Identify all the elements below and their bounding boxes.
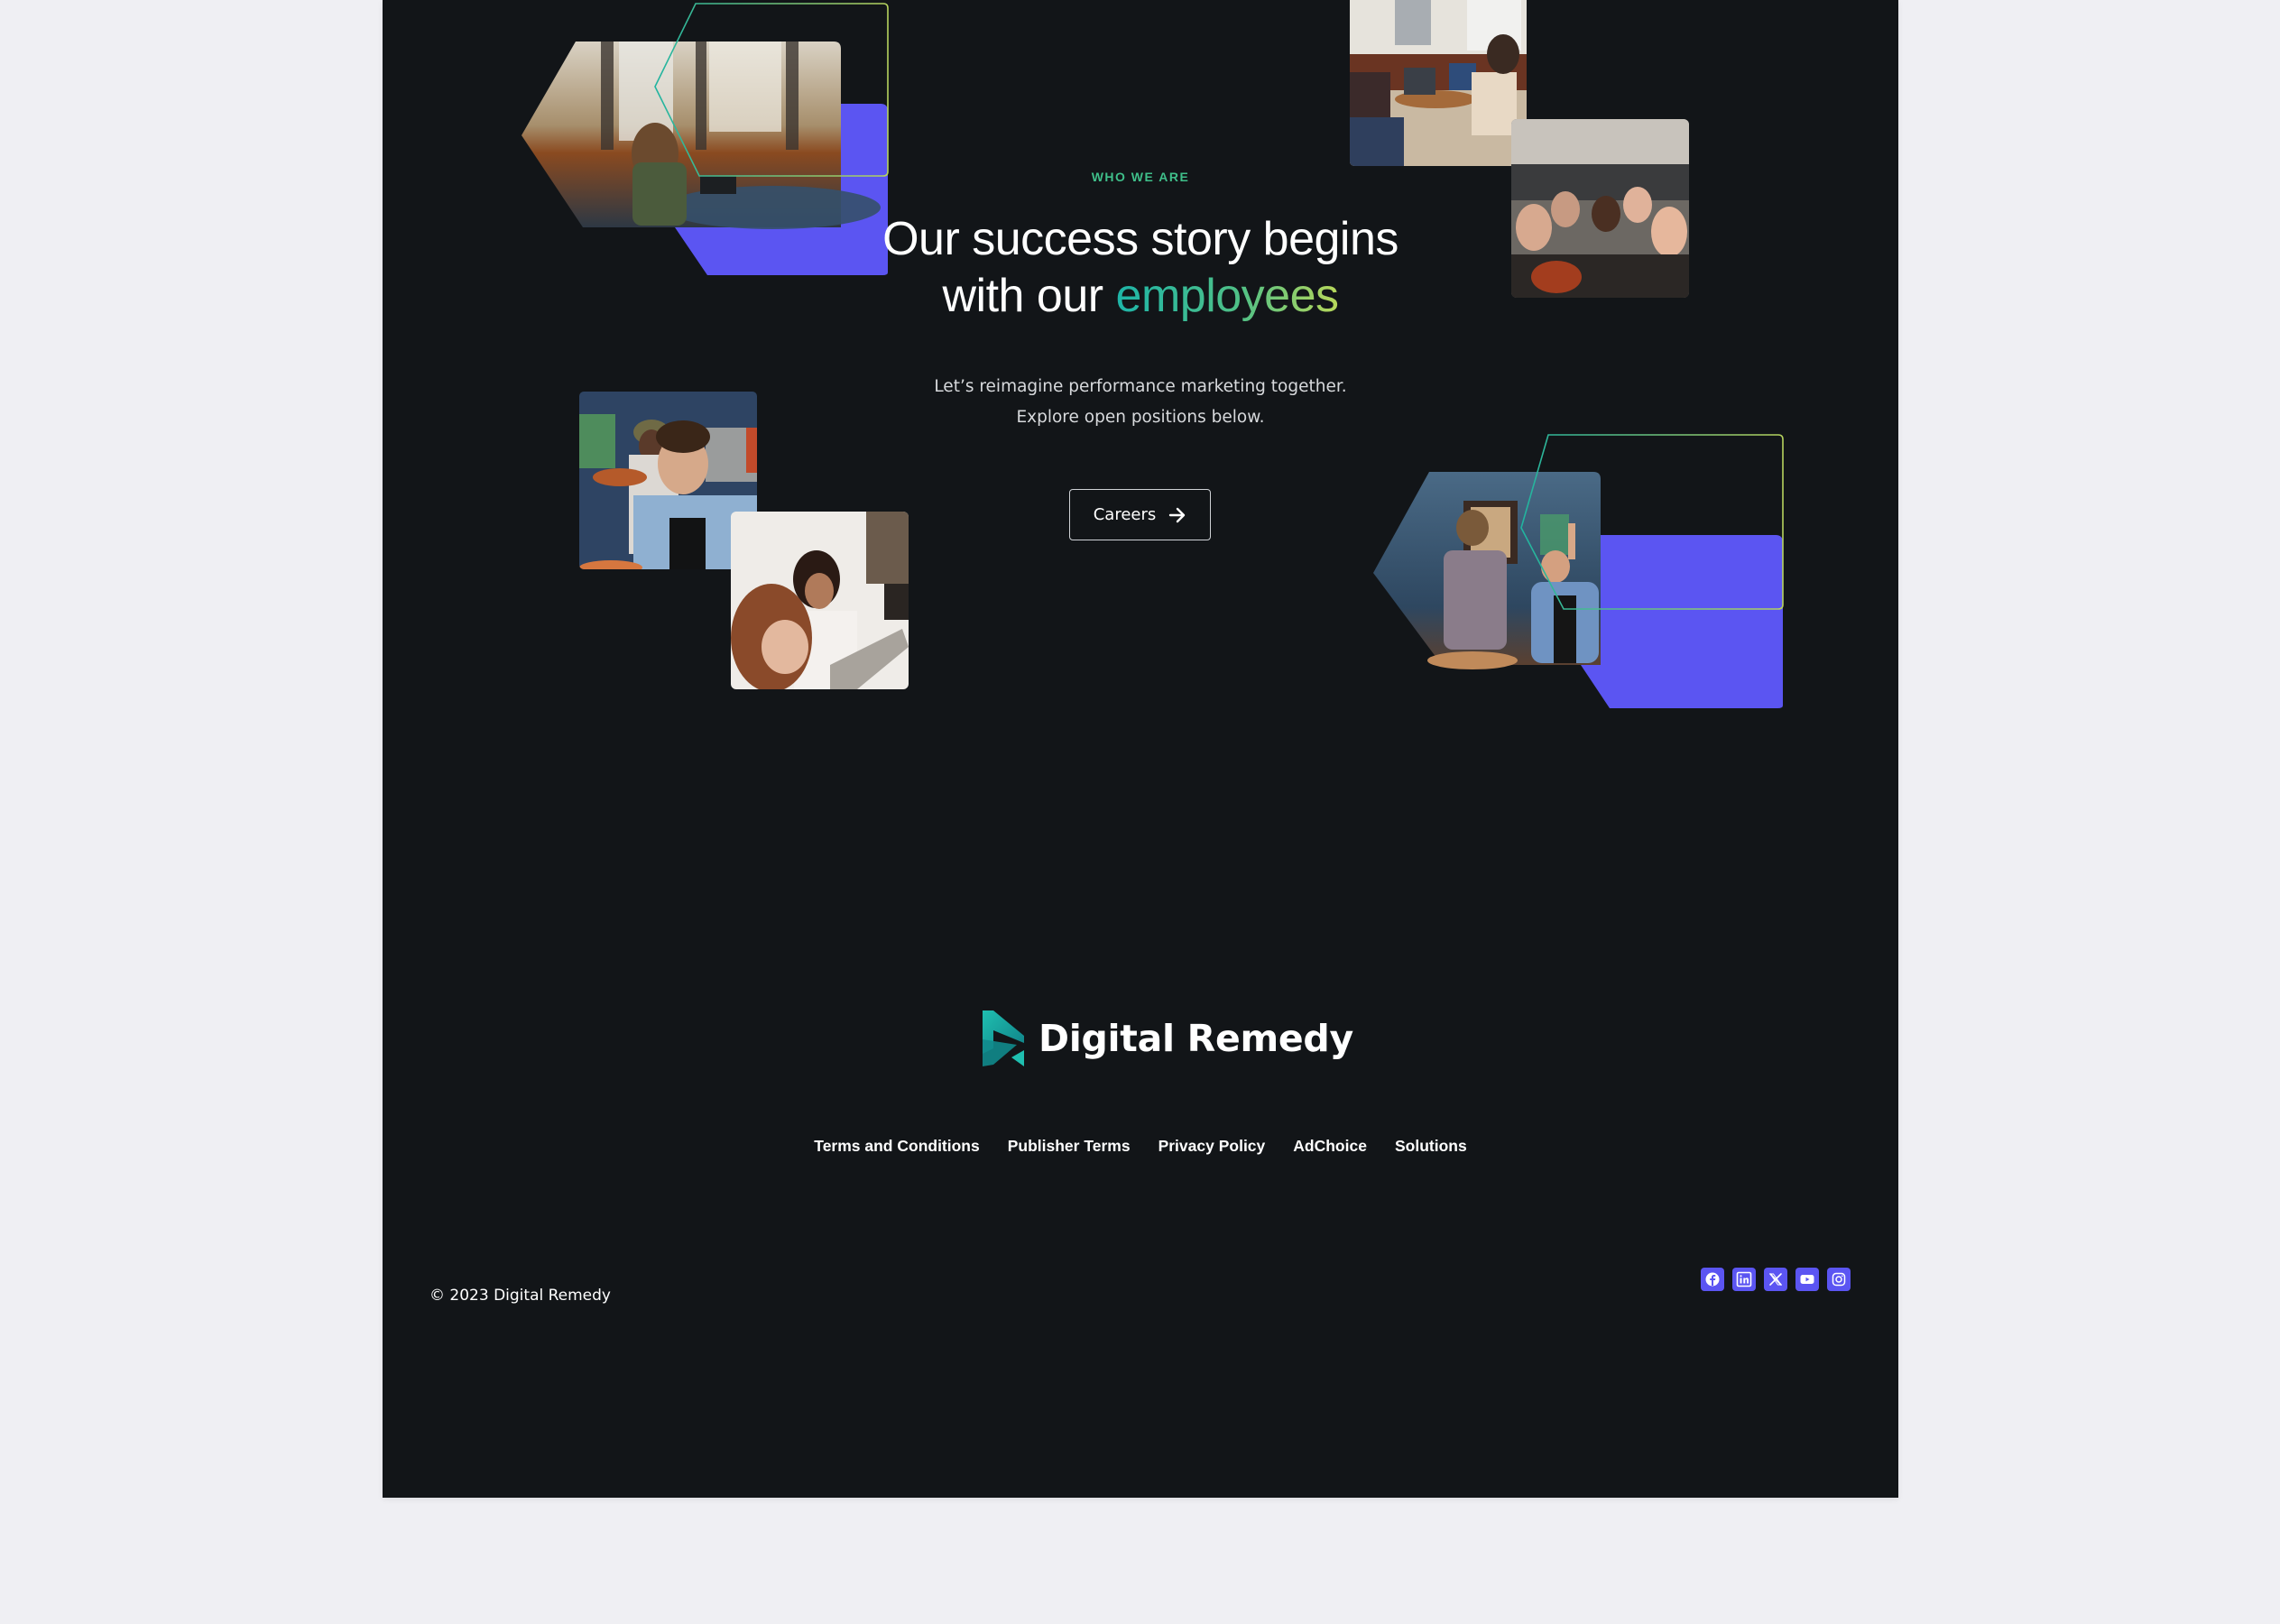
careers-section: WHO WE ARE Our success story begins with… [383, 0, 1898, 1498]
brand-logo[interactable]: Digital Remedy [981, 1009, 1353, 1068]
headline-highlight: employees [1115, 270, 1339, 322]
brand-name: Digital Remedy [1038, 1017, 1353, 1060]
digital-remedy-logo-icon [983, 1010, 1024, 1066]
x-twitter-link[interactable] [1764, 1268, 1787, 1291]
footer-link-terms[interactable]: Terms and Conditions [814, 1137, 979, 1156]
subtitle-line-1: Let’s reimagine performance marketing to… [934, 377, 1347, 396]
footer-link-privacy-policy[interactable]: Privacy Policy [1158, 1137, 1266, 1156]
instagram-icon [1832, 1272, 1846, 1287]
arrow-right-icon [1169, 507, 1186, 522]
footer-nav: Terms and Conditions Publisher Terms Pri… [383, 1137, 1898, 1156]
facebook-icon [1705, 1272, 1720, 1287]
purple-accent-block [1581, 535, 1783, 708]
page-headline: Our success story begins with our employ… [383, 211, 1898, 325]
footer-link-adchoice[interactable]: AdChoice [1293, 1137, 1367, 1156]
section-eyebrow: WHO WE ARE [1091, 170, 1190, 184]
youtube-link[interactable] [1795, 1268, 1819, 1291]
careers-button[interactable]: Careers [1069, 489, 1211, 540]
facebook-link[interactable] [1701, 1268, 1724, 1291]
headline-line-1: Our success story begins [882, 213, 1398, 265]
footer-link-solutions[interactable]: Solutions [1395, 1137, 1467, 1156]
hero-subtitle: Let’s reimagine performance marketing to… [383, 372, 1898, 433]
linkedin-icon [1736, 1271, 1752, 1287]
photo-two-women-reading [731, 512, 909, 689]
x-twitter-icon [1769, 1273, 1782, 1286]
social-links [1701, 1268, 1851, 1291]
linkedin-link[interactable] [1732, 1268, 1756, 1291]
photo-two-women-laptops [1350, 0, 1527, 166]
subtitle-line-2: Explore open positions below. [1016, 408, 1265, 427]
careers-button-label: Careers [1093, 505, 1157, 524]
copyright-text: © 2023 Digital Remedy [429, 1287, 611, 1305]
youtube-icon [1800, 1275, 1814, 1284]
headline-line-2-prefix: with our [942, 270, 1116, 322]
photo-group-middle-right [1373, 434, 1784, 708]
footer-link-publisher-terms[interactable]: Publisher Terms [1008, 1137, 1131, 1156]
instagram-link[interactable] [1827, 1268, 1851, 1291]
